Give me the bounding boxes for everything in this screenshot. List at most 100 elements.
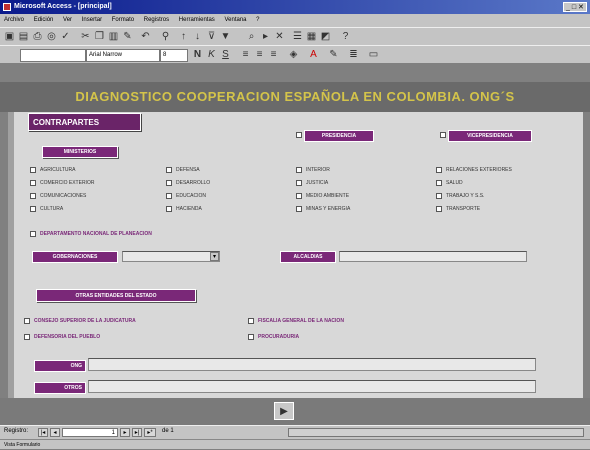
form-footer [0,398,590,425]
window-title: Microsoft Access - [principal] [0,0,590,14]
menu-archivo[interactable]: Archivo [4,17,24,23]
save-icon[interactable]: ▤ [18,31,29,42]
entidad-label: PROCURADURIA [258,334,300,340]
entidad-checkbox[interactable] [248,318,254,324]
italic-icon[interactable]: K [206,49,217,60]
underline-icon[interactable]: S [220,49,231,60]
alcaldias-field[interactable] [339,251,527,262]
ministerio-label: TRABAJO Y S.S. [446,193,485,199]
record-label: Registro: [4,428,29,434]
paste-icon[interactable]: ▥ [108,31,119,42]
contrapartes-tab[interactable]: CONTRAPARTES [28,113,141,131]
line-width-icon[interactable]: ≣ [348,49,359,60]
ministerio-checkbox[interactable] [30,180,36,186]
align-left-icon[interactable]: ≡ [240,49,251,60]
properties-icon[interactable]: ☰ [292,31,303,42]
menu-edicion[interactable]: Edición [34,17,54,23]
gobernaciones-combo[interactable] [122,251,220,262]
ministerio-label: EDUCACION [176,193,207,199]
form-top-area [0,63,590,82]
next-record-icon[interactable]: ▸ [120,428,130,437]
ministerio-checkbox[interactable] [166,180,172,186]
ministerio-checkbox[interactable] [166,167,172,173]
align-right-icon[interactable]: ≡ [268,49,279,60]
filter-icon[interactable]: ⊽ [206,31,217,42]
ministerio-checkbox[interactable] [30,167,36,173]
otros-field[interactable] [88,380,536,393]
ministerio-checkbox[interactable] [436,206,442,212]
ministerio-checkbox[interactable] [166,206,172,212]
object-combo[interactable] [20,49,86,62]
ministerio-checkbox[interactable] [30,206,36,212]
fill-color-icon[interactable]: ◈ [288,49,299,60]
align-center-icon[interactable]: ≡ [254,49,265,60]
help-icon[interactable]: ? [340,31,351,42]
menu-bar: Archivo Edición Ver Insertar Formato Reg… [0,14,590,27]
new-record-nav-icon[interactable]: ▸* [144,428,156,437]
menu-insertar[interactable]: Insertar [82,17,102,23]
menu-ver[interactable]: Ver [63,17,72,23]
ministerio-label: DESARROLLO [176,180,211,186]
ministerio-checkbox[interactable] [296,180,302,186]
menu-ventana[interactable]: Ventana [224,17,246,23]
horizontal-scrollbar[interactable] [288,428,584,437]
chevron-down-icon[interactable]: ▾ [210,252,219,261]
cut-icon[interactable]: ✂ [80,31,91,42]
first-record-icon[interactable]: |◂ [38,428,48,437]
delete-record-icon[interactable]: ✕ [274,31,285,42]
presidencia-checkbox[interactable] [296,132,302,138]
ministerio-checkbox[interactable] [436,193,442,199]
copy-icon[interactable]: ❐ [94,31,105,42]
undo-icon[interactable]: ↶ [140,31,151,42]
menu-formato[interactable]: Formato [112,17,134,23]
vicepresidencia-checkbox[interactable] [440,132,446,138]
special-effect-icon[interactable]: ▭ [368,49,379,60]
ministerio-checkbox[interactable] [436,180,442,186]
ministerio-label: CULTURA [40,206,64,212]
ministerio-label: DEFENSA [176,167,200,173]
menu-help[interactable]: ? [256,17,259,23]
menu-registros[interactable]: Registros [144,17,169,23]
hyperlink-icon[interactable]: ⚲ [160,31,171,42]
font-size-combo[interactable]: 8 [160,49,188,62]
ministerio-checkbox[interactable] [30,193,36,199]
next-form-button[interactable]: ▶ [274,402,294,420]
bold-icon[interactable]: N [192,49,203,60]
ministerio-label: RELACIONES EXTERIORES [446,167,512,173]
ministerio-checkbox[interactable] [296,167,302,173]
entidad-checkbox[interactable] [248,334,254,340]
ministerio-label: JUSTICIA [306,180,329,186]
spelling-icon[interactable]: ✓ [60,31,71,42]
current-record-field[interactable]: 1 [62,428,118,437]
print-icon[interactable]: ⎙ [32,31,43,42]
apply-filter-icon[interactable]: ▼ [220,31,231,42]
sort-asc-icon[interactable]: ↑ [178,31,189,42]
ministerio-checkbox[interactable] [166,193,172,199]
entidad-label: DEFENSORIA DEL PUEBLO [34,334,101,340]
font-color-icon[interactable]: A [308,49,319,60]
ministerio-checkbox[interactable] [296,206,302,212]
menu-herramientas[interactable]: Herramientas [179,17,215,23]
dnp-checkbox[interactable] [30,231,36,237]
new-record-icon[interactable]: ▸ [260,31,271,42]
ong-field[interactable] [88,358,536,371]
database-window-icon[interactable]: ▦ [306,31,317,42]
ministerio-checkbox[interactable] [436,167,442,173]
font-name-combo[interactable]: Arial Narrow [86,49,160,62]
entidad-checkbox[interactable] [24,334,30,340]
sort-desc-icon[interactable]: ↓ [192,31,203,42]
window-control-buttons[interactable]: _ □ ✕ [563,2,587,12]
view-icon[interactable]: ▣ [4,31,15,42]
find-icon[interactable]: ⌕ [246,31,257,42]
presidencia-label: PRESIDENCIA [304,130,374,142]
ministerio-label: HACIENDA [176,206,202,212]
format-painter-icon[interactable]: ✎ [122,31,133,42]
last-record-icon[interactable]: ▸| [132,428,142,437]
ministerios-label: MINISTERIOS [42,146,118,158]
line-color-icon[interactable]: ✎ [328,49,339,60]
ministerio-checkbox[interactable] [296,193,302,199]
new-object-icon[interactable]: ◩ [320,31,331,42]
entidad-checkbox[interactable] [24,318,30,324]
prev-record-icon[interactable]: ◂ [50,428,60,437]
preview-icon[interactable]: ◎ [46,31,57,42]
